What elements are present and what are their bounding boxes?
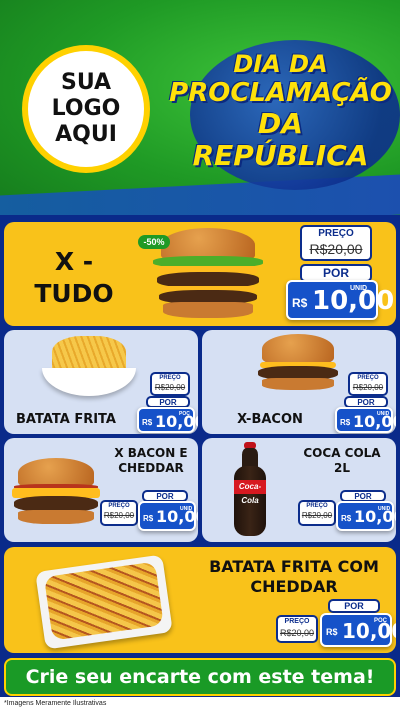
old-price-box: PREÇO R$20,00 xyxy=(300,225,372,261)
product-name: BATATA FRITA xyxy=(16,412,116,427)
por-label: POR xyxy=(328,599,380,613)
title-line-1: DIA DA xyxy=(233,50,328,78)
logo-line-3: AQUI xyxy=(55,122,117,147)
title-line-2: PROCLAMAÇÃO xyxy=(169,78,392,108)
product-card-x-bacon-cheddar[interactable]: X BACON E CHEDDAR PREÇO R$20,00 POR R$ 1… xyxy=(4,438,198,542)
product-card-x-tudo[interactable]: X - TUDO PREÇO R$20,00 POR R$ 10,00 UNID xyxy=(4,222,396,326)
discount-badge: -50% xyxy=(138,235,170,249)
price-tag: R$ 10,00 UNID xyxy=(336,501,396,531)
old-price-box: PREÇO R$20,00 xyxy=(100,500,138,526)
header-banner: SUA LOGO AQUI DIA DA PROCLAMAÇÃO DA REPÚ… xyxy=(0,0,400,215)
logo-line-1: SUA xyxy=(60,70,112,95)
product-name: X-BACON xyxy=(237,412,303,427)
old-price-box: PREÇO R$20,00 xyxy=(150,372,190,396)
product-name: COCA COLA 2L xyxy=(303,446,381,475)
logo-line-2: LOGO xyxy=(51,96,121,121)
cta-banner[interactable]: Crie seu encarte com este tema! xyxy=(4,658,396,696)
old-price-box: PREÇO R$20,00 xyxy=(348,372,388,396)
price-tag: R$ 10,00 POÇ xyxy=(320,613,396,647)
old-price-box: PREÇO R$20,00 xyxy=(276,615,318,643)
product-card-batata-cheddar[interactable]: BATATA FRITA COM CHEDDAR PREÇO R$20,00 P… xyxy=(4,547,396,653)
logo-placeholder: SUA LOGO AQUI xyxy=(22,45,150,173)
product-name: X BACON E CHEDDAR xyxy=(114,446,188,475)
burger-image xyxy=(256,334,340,394)
campaign-title: DIA DA PROCLAMAÇÃO DA REPÚBLICA xyxy=(168,50,393,172)
price-tag: R$ 10,00 UNID xyxy=(138,501,198,531)
product-card-coca-cola[interactable]: Coca-Cola COCA COLA 2L PREÇO R$20,00 POR… xyxy=(202,438,396,542)
price-tag: R$ 10,00 UNID xyxy=(335,407,396,433)
product-card-batata-frita[interactable]: BATATA FRITA PREÇO R$20,00 POR R$ 10,00 … xyxy=(4,330,198,434)
soda-bottle-image: Coca-Cola xyxy=(232,442,268,538)
product-name: BATATA FRITA COM CHEDDAR xyxy=(209,557,379,596)
price-tag: R$ 10,00 POÇ xyxy=(137,407,198,433)
product-name: X - TUDO xyxy=(34,247,114,308)
old-price-box: PREÇO R$20,00 xyxy=(298,500,336,526)
fries-cheddar-image xyxy=(35,554,173,650)
burger-image xyxy=(10,458,102,528)
disclaimer-text: *Imagens Meramente Ilustrativas xyxy=(0,697,400,711)
title-line-3: DA REPÚBLICA xyxy=(192,107,369,172)
product-card-x-bacon[interactable]: X-BACON PREÇO R$20,00 POR R$ 10,00 UNID xyxy=(202,330,396,434)
fries-image xyxy=(42,336,136,396)
price-tag: R$ 10,00 UNID xyxy=(286,280,394,320)
